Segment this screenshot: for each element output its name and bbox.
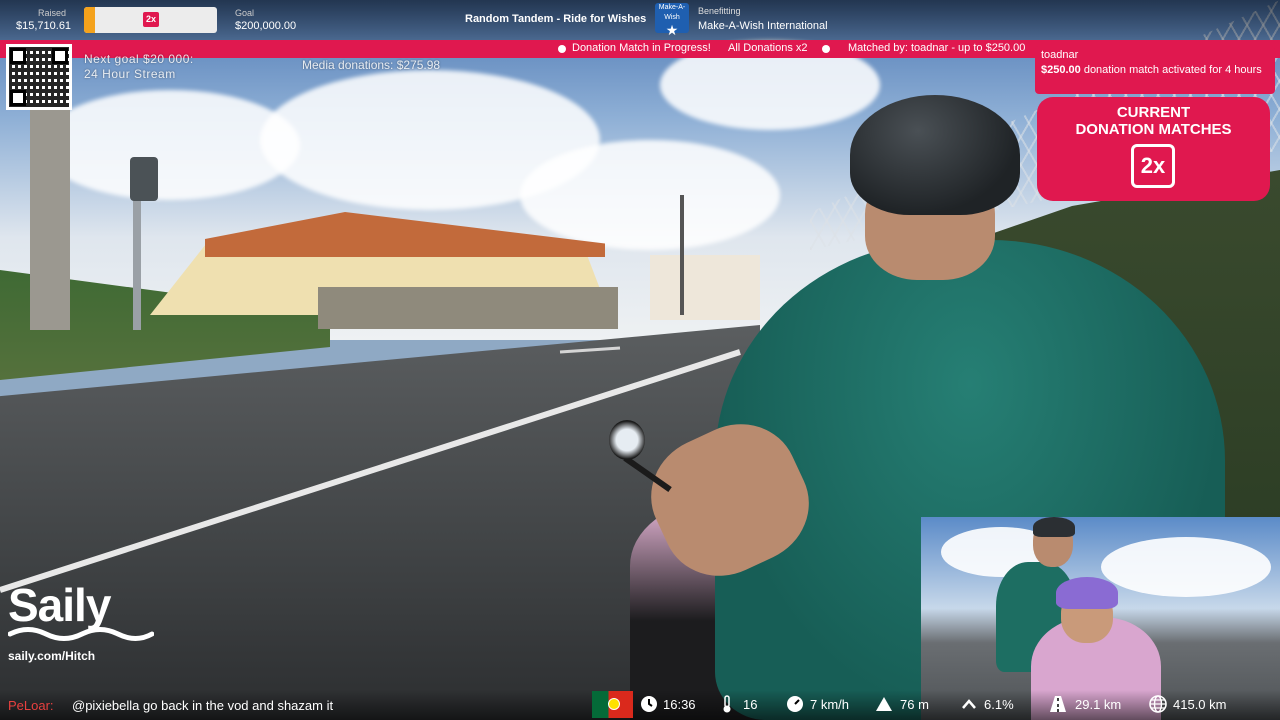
temperature-value: 16 [743, 697, 758, 712]
cloud [1101, 537, 1271, 597]
alert-message: donation match activated for 4 hours [1080, 64, 1262, 76]
sponsor-url[interactable]: saily.com/Hitch [8, 649, 95, 663]
wave-icon [8, 627, 154, 641]
multiplier-badge: 2x [143, 12, 159, 27]
pip-cyclist-helmet [1033, 517, 1075, 537]
qr-eye [52, 48, 68, 64]
raised-value: $15,710.61 [16, 20, 72, 32]
alert-amount: $250.00 [1041, 64, 1081, 76]
chat-username: PeLoar: [8, 698, 54, 713]
goal-label: Goal [235, 8, 255, 18]
media-donations-text: Media donations: $275.98 [302, 58, 441, 72]
charity-logo-text: Make-A-Wish [658, 4, 686, 21]
distant-house [650, 255, 760, 320]
cyclist-helmet [850, 95, 1020, 215]
time-value: 16:36 [663, 697, 696, 712]
grade-value: 6.1% [984, 697, 1014, 712]
globe-icon [1149, 695, 1167, 713]
thermometer-icon [723, 695, 731, 713]
next-goal-text: Next goal $20 000: 24 Hour Stream [84, 52, 194, 82]
total-distance-value: 415.0 km [1173, 697, 1227, 712]
charity-name: Make-A-Wish International [698, 20, 828, 32]
road-icon [1050, 696, 1066, 712]
matches-title-line: CURRENT [1116, 104, 1191, 121]
raised-label: Raised [38, 8, 67, 18]
next-goal-line: Next goal $20 000: [84, 52, 194, 66]
donation-qr-code[interactable] [6, 44, 72, 110]
clock-icon [641, 696, 657, 712]
bullet-icon [558, 45, 566, 53]
utility-pole [680, 195, 684, 315]
matches-multiplier: 2x [1131, 144, 1175, 188]
ticker-item: Matched by: toadnar - up to $250.00 [848, 42, 1026, 54]
mountain-icon [876, 697, 892, 711]
alert-user: toadnar [1041, 49, 1079, 61]
next-goal-line: 24 Hour Stream [84, 67, 176, 81]
matches-title-line: DONATION MATCHES [1075, 121, 1232, 138]
traffic-light [130, 157, 158, 201]
bullet-icon [822, 45, 830, 53]
cloud [520, 140, 780, 250]
alert-body: $250.00 donation match activated for 4 h… [1041, 63, 1269, 78]
stone-wall [318, 287, 618, 329]
speed-value: 7 km/h [810, 697, 850, 712]
flag-emblem [608, 698, 620, 710]
goal-value: $200,000.00 [235, 20, 297, 32]
donation-alert: toadnar $250.00 donation match activated… [1035, 46, 1275, 94]
matches-title: CURRENT DONATION MATCHES [1037, 104, 1270, 138]
speedometer-icon [787, 696, 803, 712]
distance-value: 29.1 km [1075, 697, 1122, 712]
elevation-value: 76 m [900, 697, 929, 712]
chat-message: @pixiebella go back in the vod and shaza… [72, 698, 334, 713]
event-title: Random Tandem - Ride for Wishes [465, 13, 647, 25]
chevron-up-icon [962, 699, 976, 709]
donation-matches-card: CURRENT DONATION MATCHES 2x [1037, 97, 1270, 201]
benefitting-label: Benefitting [698, 6, 741, 16]
ticker-item: All Donations x2 [728, 42, 808, 54]
qr-eye [10, 90, 26, 106]
make-a-wish-logo: Make-A-Wish ★ [655, 3, 689, 37]
pip-passenger-helmet [1056, 577, 1118, 609]
bike-mirror [609, 420, 645, 460]
donation-progress-fill [84, 7, 95, 33]
star-icon: ★ [665, 22, 679, 38]
sponsor-logo: Saily [8, 579, 111, 631]
qr-eye [10, 48, 26, 64]
ticker-item: Donation Match in Progress! [572, 42, 711, 54]
